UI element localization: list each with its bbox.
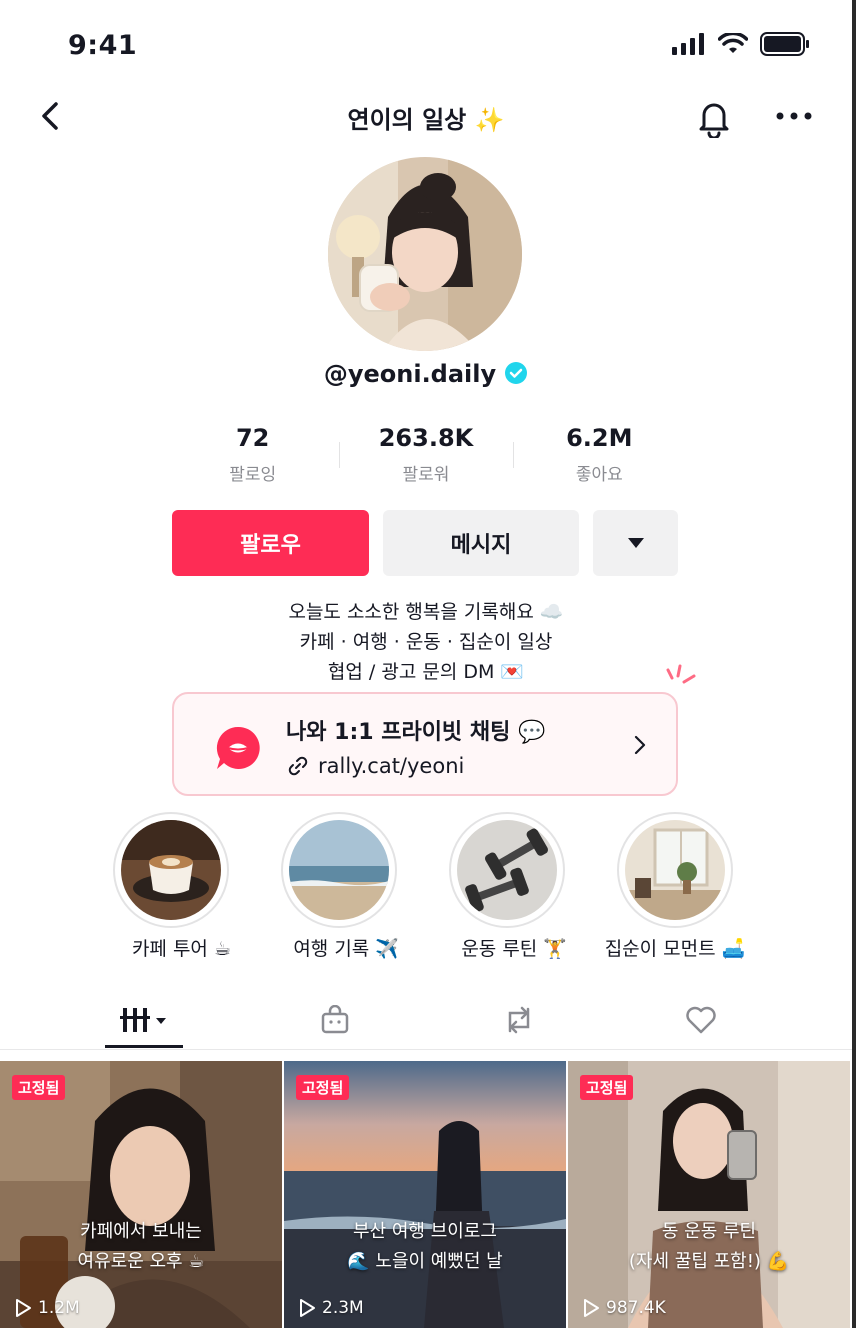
tab-reposts[interactable] xyxy=(434,990,604,1050)
video-caption-line: 동 운동 루틴 xyxy=(661,1221,757,1242)
caret-down-icon xyxy=(627,538,644,548)
highlight-ring xyxy=(281,812,397,928)
video-caption-line: 여유로운 오후 ☕ xyxy=(77,1251,205,1272)
highlight-cafe[interactable]: 카페 투어 ☕ xyxy=(111,812,231,961)
video-caption: 카페에서 보내는 여유로운 오후 ☕ xyxy=(0,1217,282,1277)
video-caption-line: 부산 여행 브이로그 xyxy=(353,1221,497,1242)
highlight-label: 운동 루틴 🏋️ xyxy=(461,938,567,960)
highlight-homebody[interactable]: 집순이 모먼트 🛋️ xyxy=(605,812,745,961)
private-chat-link-card[interactable]: 나와 1:1 프라이빗 채팅 💬 rally.cat/yeoni xyxy=(172,692,678,796)
wifi-icon xyxy=(718,33,748,53)
highlight-ring xyxy=(449,812,565,928)
tab-liked[interactable] xyxy=(616,990,786,1050)
highlight-travel[interactable]: 여행 기록 ✈️ xyxy=(279,812,399,961)
following-label: 팔로잉 xyxy=(229,465,277,485)
signal-icon xyxy=(672,33,704,55)
likes-count: 6.2M xyxy=(566,424,633,452)
content-tabs xyxy=(0,990,852,1050)
video-thumbnail[interactable]: 고정됨 동 운동 루틴 (자세 꿀팁 포함!) 💪 987.4K xyxy=(568,1061,850,1328)
highlight-ring xyxy=(113,812,229,928)
bio-line: 협업 / 광고 문의 DM 💌 xyxy=(327,661,525,683)
video-caption-line: 🌊 노을이 예뻤던 날 xyxy=(347,1251,503,1272)
video-caption: 동 운동 루틴 (자세 꿀팁 포함!) 💪 xyxy=(568,1217,850,1277)
highlight-ring xyxy=(617,812,733,928)
video-caption-line: (자세 꿀팁 포함!) 💪 xyxy=(628,1251,790,1272)
bio-line: 카페 · 여행 · 운동 · 집순이 일상 xyxy=(299,631,553,653)
profile-handle-row: @yeoni.daily xyxy=(0,360,852,388)
highlight-label: 집순이 모먼트 🛋️ xyxy=(604,938,746,960)
video-caption: 부산 여행 브이로그 🌊 노을이 예뻤던 날 xyxy=(284,1217,566,1277)
shopping-bag-icon xyxy=(321,1005,349,1034)
view-count-value: 1.2M xyxy=(38,1298,80,1318)
top-nav: 연이의 일상 ✨ xyxy=(0,90,852,146)
message-button[interactable]: 메시지 xyxy=(383,510,579,576)
link-card-title: 나와 1:1 프라이빗 채팅 💬 xyxy=(286,720,546,745)
bell-icon[interactable] xyxy=(694,96,734,138)
verified-badge-icon xyxy=(505,362,528,384)
highlight-label: 카페 투어 ☕ xyxy=(131,938,231,960)
tab-shop[interactable] xyxy=(250,990,420,1050)
pinned-badge: 고정됨 xyxy=(296,1075,350,1100)
window-edge xyxy=(852,0,856,1328)
pinned-badge: 고정됨 xyxy=(580,1075,634,1100)
profile-bio: 오늘도 소소한 행복을 기록해요 ☁️ 카페 · 여행 · 운동 · 집순이 일… xyxy=(0,597,852,687)
highlight-workout[interactable]: 운동 루틴 🏋️ xyxy=(447,812,567,961)
profile-handle: @yeoni.daily xyxy=(323,360,497,388)
status-icons xyxy=(672,32,810,56)
likes-label: 좋아요 xyxy=(575,465,623,485)
heart-icon xyxy=(686,1006,716,1034)
status-time: 9:41 xyxy=(68,30,138,61)
play-icon xyxy=(16,1299,31,1317)
likes-stat[interactable]: 6.2M 좋아요 xyxy=(512,424,686,488)
followers-stat[interactable]: 263.8K 팔로워 xyxy=(339,424,512,488)
more-options-icon[interactable] xyxy=(774,108,814,124)
video-caption-line: 카페에서 보내는 xyxy=(80,1221,202,1242)
link-card-url: rally.cat/yeoni xyxy=(318,754,465,778)
profile-avatar[interactable] xyxy=(328,157,522,351)
coffee-cup-thumbnail xyxy=(121,820,221,920)
followers-label: 팔로워 xyxy=(402,465,450,485)
video-thumbnail-image xyxy=(284,1061,566,1328)
chevron-right-icon xyxy=(634,735,646,755)
view-count-value: 987.4K xyxy=(606,1298,666,1318)
bio-line: 오늘도 소소한 행복을 기록해요 ☁️ xyxy=(288,601,564,623)
play-icon xyxy=(300,1299,315,1317)
repost-icon xyxy=(508,1006,530,1034)
video-thumbnail[interactable]: 고정됨 카페에서 보내는 여유로운 오후 ☕ 1.2M xyxy=(0,1061,282,1328)
view-count-value: 2.3M xyxy=(322,1298,364,1318)
video-grid: 고정됨 카페에서 보내는 여유로운 오후 ☕ 1.2M 고정됨 부산 여행 브이… xyxy=(0,1061,852,1328)
video-thumbnail-image xyxy=(0,1061,282,1328)
sparkle-accent-icon xyxy=(666,664,696,684)
profile-screen: 9:41 연이의 일상 ✨ @yeoni.daily 72 팔로잉 263.8K… xyxy=(0,0,852,1328)
view-count: 987.4K xyxy=(582,1298,666,1318)
beach-thumbnail xyxy=(289,820,389,920)
following-count: 72 xyxy=(235,424,270,452)
profile-stats: 72 팔로잉 263.8K 팔로워 6.2M 좋아요 xyxy=(166,424,686,488)
video-thumbnail-image xyxy=(568,1061,850,1328)
link-icon xyxy=(288,756,308,776)
status-bar: 9:41 xyxy=(0,0,852,90)
dumbbell-thumbnail xyxy=(457,820,557,920)
view-count: 1.2M xyxy=(14,1298,80,1318)
view-count: 2.3M xyxy=(298,1298,364,1318)
following-stat[interactable]: 72 팔로잉 xyxy=(166,424,339,488)
tab-videos[interactable] xyxy=(60,990,230,1050)
grid-filter-icon xyxy=(120,1008,166,1032)
video-thumbnail[interactable]: 고정됨 부산 여행 브이로그 🌊 노을이 예뻤던 날 2.3M xyxy=(284,1061,566,1328)
play-icon xyxy=(584,1299,599,1317)
active-tab-indicator xyxy=(105,1045,183,1048)
followers-count: 263.8K xyxy=(378,424,474,452)
follow-button[interactable]: 팔로우 xyxy=(172,510,369,576)
room-thumbnail xyxy=(625,820,725,920)
chat-bubble-icon xyxy=(216,726,260,769)
battery-icon xyxy=(760,32,809,56)
pinned-badge: 고정됨 xyxy=(12,1075,66,1100)
highlight-label: 여행 기록 ✈️ xyxy=(293,938,399,960)
link-card-url-row: rally.cat/yeoni xyxy=(286,754,464,778)
suggested-accounts-button[interactable] xyxy=(593,510,678,576)
